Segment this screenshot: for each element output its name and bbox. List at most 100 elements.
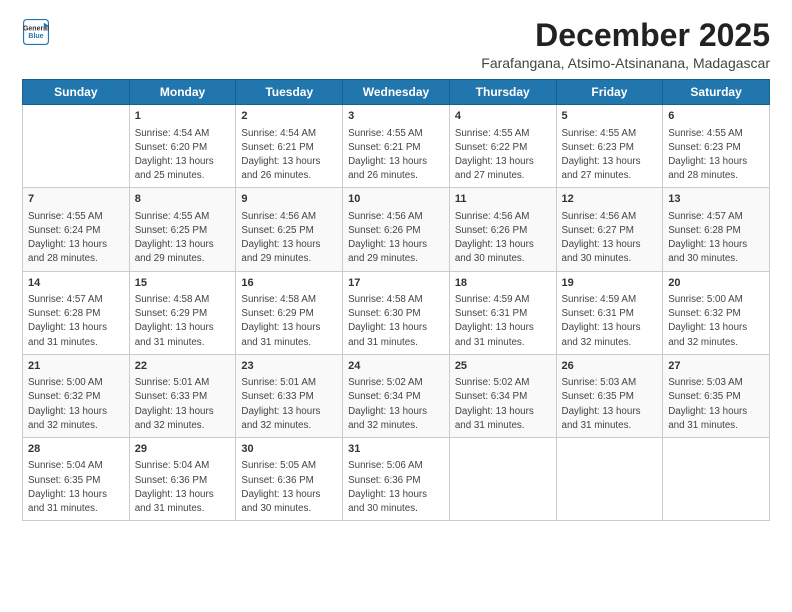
day-number: 17 bbox=[348, 276, 444, 291]
day-number: 12 bbox=[562, 192, 658, 207]
logo: General Blue bbox=[22, 18, 50, 46]
day-number: 1 bbox=[135, 109, 231, 124]
week-row-3: 14Sunrise: 4:57 AM Sunset: 6:28 PM Dayli… bbox=[23, 271, 770, 354]
day-cell: 30 Sunrise: 5:05 AM Sunset: 6:36 PM Dayli… bbox=[236, 438, 343, 521]
day-info: Sunrise: 5:02 AM Sunset: 6:34 PM Dayligh… bbox=[455, 376, 551, 433]
day-cell bbox=[556, 438, 663, 521]
day-number: 24 bbox=[348, 359, 444, 374]
day-info: Sunrise: 4:56 AM Sunset: 6:26 PM Dayligh… bbox=[348, 210, 444, 267]
day-number: 30 bbox=[241, 442, 337, 457]
day-info: Sunrise: 4:55 AM Sunset: 6:24 PM Dayligh… bbox=[28, 210, 124, 267]
day-cell: 1Sunrise: 4:54 AM Sunset: 6:20 PM Daylig… bbox=[129, 105, 236, 188]
day-cell: 27 Sunrise: 5:03 AM Sunset: 6:35 PM Dayli… bbox=[663, 354, 770, 437]
day-info: Sunrise: 5:03 AM Sunset: 6:35 PM Dayligh… bbox=[562, 376, 658, 433]
day-info: Sunrise: 4:58 AM Sunset: 6:30 PM Dayligh… bbox=[348, 293, 444, 350]
day-number: 26 bbox=[562, 359, 658, 374]
day-cell: 9 Sunrise: 4:56 AM Sunset: 6:25 PM Daylig… bbox=[236, 188, 343, 271]
day-number: 2 bbox=[241, 109, 337, 124]
svg-text:Blue: Blue bbox=[28, 33, 43, 40]
day-info: Sunrise: 4:57 AM Sunset: 6:28 PM Dayligh… bbox=[28, 293, 124, 350]
header-cell-sunday: Sunday bbox=[23, 80, 130, 105]
header-cell-thursday: Thursday bbox=[449, 80, 556, 105]
day-info: Sunrise: 5:05 AM Sunset: 6:36 PM Dayligh… bbox=[241, 459, 337, 516]
day-info: Sunrise: 4:58 AM Sunset: 6:29 PM Dayligh… bbox=[241, 293, 337, 350]
day-info: Sunrise: 5:00 AM Sunset: 6:32 PM Dayligh… bbox=[28, 376, 124, 433]
day-number: 6 bbox=[668, 109, 764, 124]
header-cell-friday: Friday bbox=[556, 80, 663, 105]
day-info: Sunrise: 4:56 AM Sunset: 6:25 PM Dayligh… bbox=[241, 210, 337, 267]
day-number: 5 bbox=[562, 109, 658, 124]
day-cell: 28Sunrise: 5:04 AM Sunset: 6:35 PM Dayli… bbox=[23, 438, 130, 521]
day-cell: 16 Sunrise: 4:58 AM Sunset: 6:29 PM Dayli… bbox=[236, 271, 343, 354]
day-info: Sunrise: 4:56 AM Sunset: 6:26 PM Dayligh… bbox=[455, 210, 551, 267]
day-cell: 11Sunrise: 4:56 AM Sunset: 6:26 PM Dayli… bbox=[449, 188, 556, 271]
day-cell: 4 Sunrise: 4:55 AM Sunset: 6:22 PM Daylig… bbox=[449, 105, 556, 188]
day-number: 18 bbox=[455, 276, 551, 291]
day-cell: 22 Sunrise: 5:01 AM Sunset: 6:33 PM Dayli… bbox=[129, 354, 236, 437]
header-cell-tuesday: Tuesday bbox=[236, 80, 343, 105]
day-cell bbox=[663, 438, 770, 521]
week-row-2: 7 Sunrise: 4:55 AM Sunset: 6:24 PM Daylig… bbox=[23, 188, 770, 271]
subtitle: Farafangana, Atsimo-Atsinanana, Madagasc… bbox=[481, 55, 770, 71]
day-info: Sunrise: 4:57 AM Sunset: 6:28 PM Dayligh… bbox=[668, 210, 764, 267]
day-info: Sunrise: 4:55 AM Sunset: 6:21 PM Dayligh… bbox=[348, 127, 444, 184]
day-cell: 24 Sunrise: 5:02 AM Sunset: 6:34 PM Dayli… bbox=[343, 354, 450, 437]
day-number: 23 bbox=[241, 359, 337, 374]
header-cell-saturday: Saturday bbox=[663, 80, 770, 105]
header: General Blue December 2025 Farafangana, … bbox=[22, 18, 770, 71]
day-info: Sunrise: 4:56 AM Sunset: 6:27 PM Dayligh… bbox=[562, 210, 658, 267]
day-info: Sunrise: 5:06 AM Sunset: 6:36 PM Dayligh… bbox=[348, 459, 444, 516]
day-cell: 7 Sunrise: 4:55 AM Sunset: 6:24 PM Daylig… bbox=[23, 188, 130, 271]
day-number: 10 bbox=[348, 192, 444, 207]
week-row-1: 1Sunrise: 4:54 AM Sunset: 6:20 PM Daylig… bbox=[23, 105, 770, 188]
main-title: December 2025 bbox=[481, 18, 770, 53]
day-cell: 25 Sunrise: 5:02 AM Sunset: 6:34 PM Dayli… bbox=[449, 354, 556, 437]
day-number: 27 bbox=[668, 359, 764, 374]
day-cell: 15Sunrise: 4:58 AM Sunset: 6:29 PM Dayli… bbox=[129, 271, 236, 354]
day-cell: 12 Sunrise: 4:56 AM Sunset: 6:27 PM Dayli… bbox=[556, 188, 663, 271]
day-cell bbox=[23, 105, 130, 188]
day-cell: 5Sunrise: 4:55 AM Sunset: 6:23 PM Daylig… bbox=[556, 105, 663, 188]
day-info: Sunrise: 4:59 AM Sunset: 6:31 PM Dayligh… bbox=[455, 293, 551, 350]
day-number: 15 bbox=[135, 276, 231, 291]
day-number: 7 bbox=[28, 192, 124, 207]
day-number: 21 bbox=[28, 359, 124, 374]
day-number: 9 bbox=[241, 192, 337, 207]
day-number: 22 bbox=[135, 359, 231, 374]
day-cell bbox=[449, 438, 556, 521]
day-info: Sunrise: 4:59 AM Sunset: 6:31 PM Dayligh… bbox=[562, 293, 658, 350]
day-info: Sunrise: 5:01 AM Sunset: 6:33 PM Dayligh… bbox=[241, 376, 337, 433]
day-info: Sunrise: 5:03 AM Sunset: 6:35 PM Dayligh… bbox=[668, 376, 764, 433]
day-info: Sunrise: 4:55 AM Sunset: 6:22 PM Dayligh… bbox=[455, 127, 551, 184]
day-cell: 14Sunrise: 4:57 AM Sunset: 6:28 PM Dayli… bbox=[23, 271, 130, 354]
day-info: Sunrise: 5:02 AM Sunset: 6:34 PM Dayligh… bbox=[348, 376, 444, 433]
day-cell: 8 Sunrise: 4:55 AM Sunset: 6:25 PM Daylig… bbox=[129, 188, 236, 271]
day-cell: 10 Sunrise: 4:56 AM Sunset: 6:26 PM Dayli… bbox=[343, 188, 450, 271]
day-cell: 29Sunrise: 5:04 AM Sunset: 6:36 PM Dayli… bbox=[129, 438, 236, 521]
day-cell: 21 Sunrise: 5:00 AM Sunset: 6:32 PM Dayli… bbox=[23, 354, 130, 437]
day-info: Sunrise: 4:55 AM Sunset: 6:25 PM Dayligh… bbox=[135, 210, 231, 267]
day-cell: 6 Sunrise: 4:55 AM Sunset: 6:23 PM Daylig… bbox=[663, 105, 770, 188]
day-info: Sunrise: 5:01 AM Sunset: 6:33 PM Dayligh… bbox=[135, 376, 231, 433]
day-number: 19 bbox=[562, 276, 658, 291]
day-cell: 13Sunrise: 4:57 AM Sunset: 6:28 PM Dayli… bbox=[663, 188, 770, 271]
day-info: Sunrise: 4:54 AM Sunset: 6:21 PM Dayligh… bbox=[241, 127, 337, 184]
day-cell: 18 Sunrise: 4:59 AM Sunset: 6:31 PM Dayli… bbox=[449, 271, 556, 354]
day-info: Sunrise: 4:55 AM Sunset: 6:23 PM Dayligh… bbox=[668, 127, 764, 184]
title-block: December 2025 Farafangana, Atsimo-Atsina… bbox=[481, 18, 770, 71]
day-number: 16 bbox=[241, 276, 337, 291]
week-row-5: 28Sunrise: 5:04 AM Sunset: 6:35 PM Dayli… bbox=[23, 438, 770, 521]
day-number: 25 bbox=[455, 359, 551, 374]
day-number: 3 bbox=[348, 109, 444, 124]
day-cell: 23 Sunrise: 5:01 AM Sunset: 6:33 PM Dayli… bbox=[236, 354, 343, 437]
header-cell-wednesday: Wednesday bbox=[343, 80, 450, 105]
day-cell: 26 Sunrise: 5:03 AM Sunset: 6:35 PM Dayli… bbox=[556, 354, 663, 437]
day-cell: 31Sunrise: 5:06 AM Sunset: 6:36 PM Dayli… bbox=[343, 438, 450, 521]
day-cell: 19 Sunrise: 4:59 AM Sunset: 6:31 PM Dayli… bbox=[556, 271, 663, 354]
header-cell-monday: Monday bbox=[129, 80, 236, 105]
day-number: 20 bbox=[668, 276, 764, 291]
week-row-4: 21 Sunrise: 5:00 AM Sunset: 6:32 PM Dayli… bbox=[23, 354, 770, 437]
day-number: 4 bbox=[455, 109, 551, 124]
day-info: Sunrise: 5:04 AM Sunset: 6:36 PM Dayligh… bbox=[135, 459, 231, 516]
day-number: 8 bbox=[135, 192, 231, 207]
